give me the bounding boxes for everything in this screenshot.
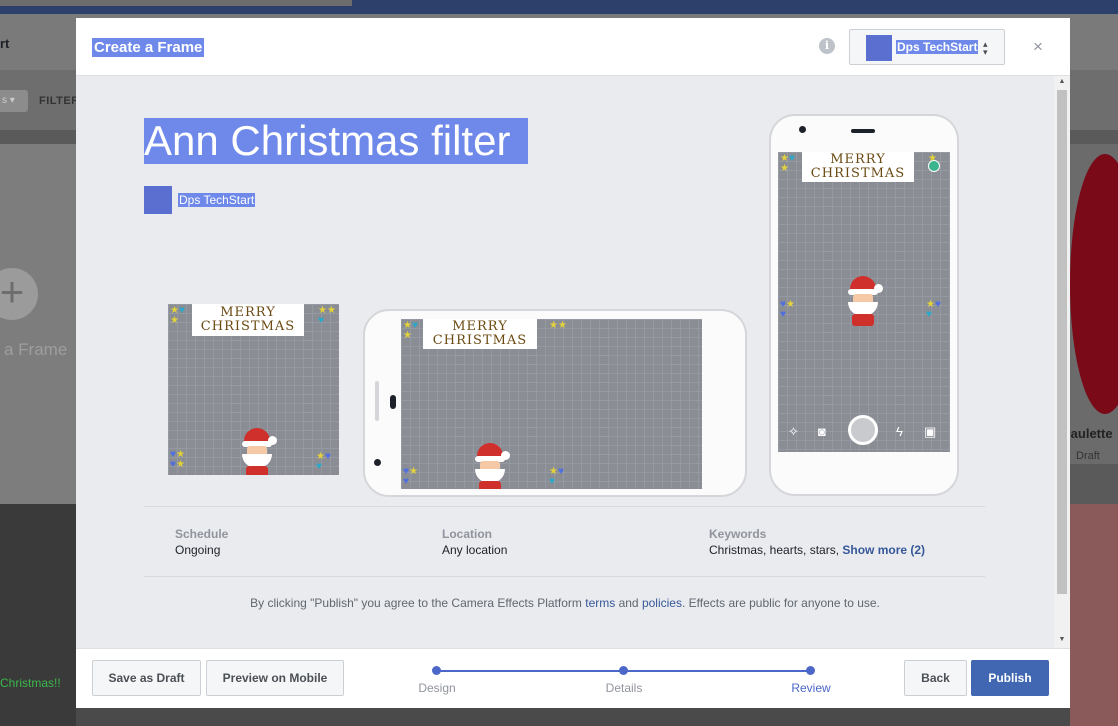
frame-banner: MERRY CHRISTMAS bbox=[423, 319, 537, 349]
publish-disclaimer: By clicking "Publish" you agree to the C… bbox=[76, 596, 1054, 610]
preview-phone-portrait: MERRY CHRISTMAS ★♥ ★ ★ ♥★ ♥ ★♥ ♥ ✧ ◙ ϟ ▣ bbox=[769, 114, 959, 496]
banner-line-1: MERRY bbox=[830, 152, 886, 167]
gallery-icon[interactable]: ▣ bbox=[924, 424, 936, 440]
speaker-icon bbox=[851, 129, 875, 133]
backdrop-thumbnail bbox=[1070, 154, 1118, 414]
scroll-up-icon[interactable]: ▲ bbox=[1057, 78, 1067, 85]
backdrop-left-card-text: Christmas!! bbox=[0, 676, 61, 690]
shutter-button[interactable] bbox=[848, 415, 878, 445]
disclaimer-tail: . Effects are public for anyone to use. bbox=[681, 596, 880, 610]
phone-portrait-screen: MERRY CHRISTMAS ★♥ ★ ★ ♥★ ♥ ★♥ ♥ ✧ ◙ ϟ ▣ bbox=[778, 152, 950, 452]
modal-scrollbar[interactable]: ▲ ▼ bbox=[1054, 76, 1070, 648]
sort-caret-icon: ▴ ▾ bbox=[983, 39, 988, 57]
banner-line-2: CHRISTMAS bbox=[810, 165, 906, 181]
info-icon[interactable]: i bbox=[819, 38, 835, 54]
speaker-icon bbox=[390, 395, 396, 409]
publish-button[interactable]: Publish bbox=[971, 660, 1049, 696]
stars-hearts-icon: ★★ ♥ bbox=[318, 305, 336, 326]
camera-dot-icon bbox=[374, 459, 381, 466]
modal-body: Ann Christmas filter Dps TechStart MERRY… bbox=[76, 76, 1054, 648]
frame-banner: MERRY CHRISTMAS bbox=[802, 152, 914, 182]
create-frame-modal: Create a Frame i Dps TechStart ▴ ▾ × Ann … bbox=[76, 18, 1070, 708]
owner-name: Dps TechStart bbox=[178, 193, 256, 207]
preview-square: MERRY CHRISTMAS ★♥ ★ ★★ ♥ ♥★ ♥★ ★♥ ♥ bbox=[168, 304, 339, 475]
backdrop-filter-label: FILTER bbox=[39, 95, 80, 107]
stars-hearts-icon: ♥★ ♥★ bbox=[170, 449, 185, 470]
backdrop-right-card-status: Draft bbox=[1076, 450, 1100, 462]
magic-wand-icon[interactable]: ✧ bbox=[788, 424, 799, 440]
step-label-design: Design bbox=[418, 681, 456, 695]
scroll-down-icon[interactable]: ▼ bbox=[1057, 636, 1067, 643]
effect-title: Ann Christmas filter bbox=[144, 118, 528, 164]
camera-dot-icon bbox=[799, 126, 806, 133]
banner-line-1: MERRY bbox=[220, 305, 276, 320]
page-selector-name: Dps TechStart bbox=[896, 40, 979, 54]
stars-hearts-icon: ★♥ ♥ bbox=[316, 451, 331, 472]
step-label-review: Review bbox=[791, 681, 831, 695]
phone-landscape-screen: MERRY CHRISTMAS ★♥ ★ ★★ ♥★ ♥ ★♥ ♥ bbox=[401, 319, 702, 489]
disclaimer-and: and bbox=[618, 596, 639, 610]
frame-banner: MERRY CHRISTMAS bbox=[192, 304, 304, 336]
banner-line-2: CHRISTMAS bbox=[200, 318, 296, 334]
divider bbox=[144, 576, 985, 577]
modal-title: Create a Frame bbox=[92, 38, 205, 57]
keywords-list: Christmas, hearts, stars, bbox=[709, 543, 840, 557]
back-button[interactable]: Back bbox=[904, 660, 967, 696]
modal-footer: Save as Draft Preview on Mobile Design D… bbox=[76, 648, 1070, 708]
banner-line-2: CHRISTMAS bbox=[432, 332, 528, 348]
show-more-link[interactable]: Show more (2) bbox=[842, 543, 925, 557]
backdrop-create-card: + a Frame bbox=[0, 144, 76, 504]
santa-sticker bbox=[469, 443, 513, 489]
flash-icon[interactable]: ϟ bbox=[896, 424, 903, 439]
santa-sticker bbox=[842, 276, 886, 326]
stars-hearts-icon: ★♥ ★ bbox=[403, 320, 418, 341]
keywords-label: Keywords bbox=[709, 527, 767, 541]
backdrop-topbar bbox=[0, 0, 1118, 14]
scrollbar-thumb[interactable] bbox=[1057, 90, 1067, 594]
backdrop-create-caption: a Frame bbox=[4, 340, 68, 359]
stars-hearts-icon: ★♥ ♥ bbox=[549, 466, 564, 487]
preview-mobile-button[interactable]: Preview on Mobile bbox=[206, 660, 344, 696]
camera-toolbar: ✧ ◙ ϟ ▣ bbox=[778, 414, 950, 450]
policies-link[interactable]: policies bbox=[642, 596, 682, 610]
location-label: Location bbox=[442, 527, 492, 541]
plus-icon: + bbox=[0, 268, 38, 320]
banner-line-1: MERRY bbox=[452, 319, 508, 334]
step-dot-review bbox=[806, 666, 815, 675]
step-dot-details bbox=[619, 666, 628, 675]
close-icon[interactable]: × bbox=[1033, 38, 1043, 56]
stars-hearts-icon: ♥★ ♥ bbox=[780, 299, 795, 320]
schedule-label: Schedule bbox=[175, 527, 229, 541]
divider bbox=[144, 506, 985, 507]
stars-hearts-icon: ★♥ ★ bbox=[780, 153, 795, 174]
backdrop-right-bottom-card bbox=[1070, 504, 1118, 726]
keywords-value: Christmas, hearts, stars, Show more (2) bbox=[709, 543, 925, 557]
step-dot-design bbox=[432, 666, 441, 675]
avatar bbox=[144, 186, 172, 214]
camera-icon[interactable]: ◙ bbox=[818, 424, 826, 439]
terms-link[interactable]: terms bbox=[585, 596, 615, 610]
disclaimer-text: By clicking "Publish" you agree to the C… bbox=[250, 596, 582, 610]
page-selector[interactable]: Dps TechStart ▴ ▾ bbox=[849, 29, 1005, 65]
preview-phone-landscape: MERRY CHRISTMAS ★♥ ★ ★★ ♥★ ♥ ★♥ ♥ bbox=[363, 309, 747, 497]
modal-header: Create a Frame i Dps TechStart ▴ ▾ × bbox=[76, 18, 1070, 76]
schedule-value: Ongoing bbox=[175, 543, 221, 557]
save-draft-button[interactable]: Save as Draft bbox=[92, 660, 201, 696]
backdrop-right-card: Paulette Draft bbox=[1062, 144, 1118, 464]
location-value: Any location bbox=[442, 543, 508, 557]
switch-camera-icon[interactable] bbox=[928, 160, 940, 172]
step-label-details: Details bbox=[605, 681, 643, 695]
stars-hearts-icon: ★♥ ♥ bbox=[926, 299, 941, 320]
stars-hearts-icon: ★★ bbox=[549, 320, 567, 331]
santa-sticker bbox=[236, 428, 280, 475]
backdrop-filter-pill: s ▾ bbox=[0, 90, 28, 112]
stars-hearts-icon: ★♥ ★ bbox=[170, 305, 185, 326]
backdrop-header-title: rt bbox=[0, 36, 10, 51]
avatar bbox=[866, 35, 892, 61]
backdrop-left-card: Christmas!! bbox=[0, 504, 76, 726]
stars-hearts-icon: ♥★ ♥ bbox=[403, 466, 418, 487]
